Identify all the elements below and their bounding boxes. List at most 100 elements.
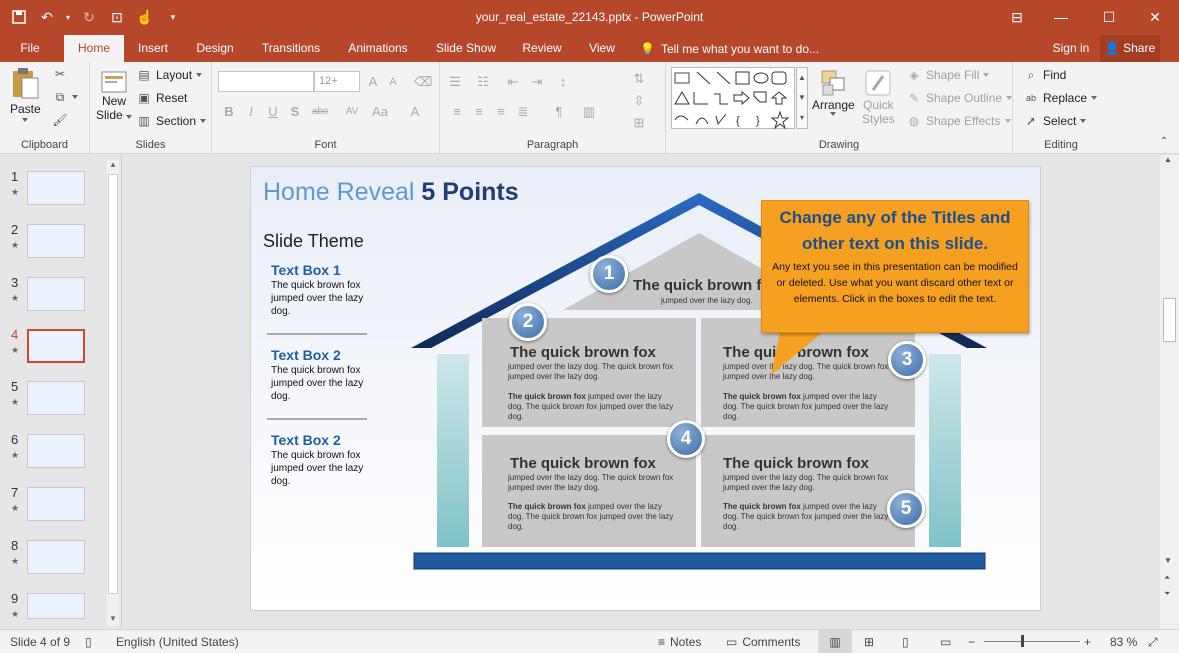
- select-button[interactable]: ➚ Select: [1023, 113, 1087, 129]
- decrease-indent-icon[interactable]: ⇤: [504, 73, 522, 91]
- tab-animations[interactable]: Animations: [340, 35, 416, 62]
- slide-thumbnail[interactable]: [27, 487, 85, 521]
- shape-outline-button[interactable]: ✎ Shape Outline: [906, 90, 1013, 106]
- bullets-icon[interactable]: ☰: [446, 73, 464, 91]
- slide-thumbnail[interactable]: [27, 593, 85, 619]
- text-direction-icon[interactable]: ⇅: [630, 70, 648, 88]
- slide-thumbnail[interactable]: [27, 381, 85, 415]
- format-painter-icon[interactable]: 🖌: [52, 112, 68, 128]
- tab-home[interactable]: Home: [64, 35, 124, 62]
- close-icon[interactable]: ✕: [1141, 6, 1169, 28]
- cut-icon[interactable]: ✂: [52, 66, 68, 82]
- collapse-ribbon-icon[interactable]: ⌃: [1160, 136, 1168, 147]
- scroll-up-icon[interactable]: ▲: [107, 160, 119, 172]
- reset-button[interactable]: ▣ Reset: [136, 90, 187, 106]
- align-text-icon[interactable]: ⇳: [630, 92, 648, 110]
- thumbnails-scrollbar[interactable]: ▲ ▼: [107, 160, 119, 626]
- zoom-slider-thumb[interactable]: [1021, 635, 1024, 647]
- room-5[interactable]: The quick brown fox jumped over the lazy…: [701, 435, 915, 547]
- shapes-gallery[interactable]: {}: [671, 67, 795, 130]
- new-slide-button[interactable]: New Slide: [96, 68, 133, 122]
- next-slide-icon[interactable]: ⏷: [1164, 589, 1170, 599]
- align-center-icon[interactable]: ≡: [470, 103, 488, 121]
- change-case-icon[interactable]: Aa: [368, 103, 392, 121]
- tab-slide-show[interactable]: Slide Show: [430, 35, 502, 62]
- character-spacing-icon[interactable]: AV: [340, 103, 364, 121]
- tab-review[interactable]: Review: [516, 35, 568, 62]
- callout-box[interactable]: Change any of the Titles and other text …: [761, 200, 1029, 333]
- columns-icon[interactable]: ▥: [580, 103, 598, 121]
- justify-icon[interactable]: ≣: [514, 103, 532, 121]
- scroll-up-icon[interactable]: ▲: [1164, 155, 1172, 164]
- previous-slide-icon[interactable]: ⏶: [1164, 573, 1170, 583]
- share-button[interactable]: 👤 Share: [1100, 35, 1160, 62]
- zoom-out-icon[interactable]: −: [968, 635, 975, 649]
- paste-button[interactable]: Paste: [10, 68, 41, 122]
- strikethrough-icon[interactable]: abc: [308, 103, 332, 121]
- arrange-button[interactable]: Arrange: [812, 68, 855, 116]
- section-button[interactable]: ▥ Section: [136, 113, 207, 129]
- align-right-icon[interactable]: ≡: [492, 103, 510, 121]
- slide-thumbnail[interactable]: [27, 171, 85, 205]
- numbering-icon[interactable]: ☷: [474, 73, 492, 91]
- slide-thumbnail[interactable]: [27, 434, 85, 468]
- slide-sorter-icon[interactable]: ⊞: [864, 635, 874, 649]
- font-size-input[interactable]: 12+: [314, 71, 360, 92]
- decrease-font-size-icon[interactable]: A: [384, 73, 402, 91]
- shape-fill-button[interactable]: ◈ Shape Fill: [906, 67, 990, 83]
- thumbnails-scroll-thumb[interactable]: [108, 174, 118, 594]
- language[interactable]: English (United States): [116, 635, 239, 649]
- slide-scrollbar[interactable]: ▲ ▼ ⏶ ⏷: [1160, 155, 1179, 629]
- spell-check-icon[interactable]: ▯: [85, 635, 92, 649]
- comments-button[interactable]: ▭ Comments: [726, 635, 800, 649]
- number-badge-4[interactable]: 4: [667, 420, 705, 458]
- number-badge-1[interactable]: 1: [590, 255, 628, 293]
- tab-view[interactable]: View: [582, 35, 622, 62]
- sign-in-link[interactable]: Sign in: [1046, 35, 1096, 62]
- normal-view-icon[interactable]: ▥: [818, 630, 852, 653]
- zoom-slider[interactable]: [984, 641, 1080, 642]
- scroll-down-icon[interactable]: ▼: [107, 614, 119, 626]
- slide[interactable]: Home Reveal 5 Points Slide Theme Text Bo…: [250, 166, 1041, 611]
- find-button[interactable]: ⌕ Find: [1023, 67, 1067, 83]
- increase-font-size-icon[interactable]: A: [364, 73, 382, 91]
- layout-button[interactable]: ▤ Layout: [136, 67, 203, 83]
- notes-button[interactable]: ≡ Notes: [658, 635, 701, 649]
- tab-design[interactable]: Design: [190, 35, 240, 62]
- underline-icon[interactable]: U: [264, 103, 282, 121]
- italic-icon[interactable]: I: [242, 103, 260, 121]
- room-4[interactable]: The quick brown fox jumped over the lazy…: [482, 435, 696, 547]
- convert-to-smartart-icon[interactable]: ⊞: [630, 114, 648, 132]
- increase-indent-icon[interactable]: ⇥: [528, 73, 546, 91]
- text-shadow-icon[interactable]: S: [286, 103, 304, 121]
- font-name-input[interactable]: [218, 71, 314, 92]
- bold-icon[interactable]: B: [220, 103, 238, 121]
- tab-transitions[interactable]: Transitions: [254, 35, 328, 62]
- slide-info[interactable]: Slide 4 of 9: [10, 635, 70, 649]
- font-color-icon[interactable]: A: [406, 103, 424, 121]
- tab-file[interactable]: File: [10, 35, 50, 62]
- shape-effects-button[interactable]: ◍ Shape Effects: [906, 113, 1011, 129]
- slide-scroll-thumb[interactable]: [1163, 298, 1176, 342]
- align-left-icon[interactable]: ≡: [448, 103, 466, 121]
- number-badge-2[interactable]: 2: [509, 303, 547, 341]
- reading-view-icon[interactable]: ▯: [902, 635, 909, 649]
- number-badge-5[interactable]: 5: [887, 490, 925, 528]
- ribbon-display-options-icon[interactable]: ⊟: [1003, 6, 1031, 28]
- scroll-down-icon[interactable]: ▼: [1164, 556, 1172, 565]
- slide-thumbnail[interactable]: [27, 329, 85, 363]
- tell-me-box[interactable]: 💡 Tell me what you want to do...: [640, 35, 830, 62]
- slide-thumbnail[interactable]: [27, 540, 85, 574]
- clear-formatting-icon[interactable]: ⌫: [414, 73, 432, 91]
- rtl-icon[interactable]: ¶: [550, 103, 568, 121]
- copy-icon[interactable]: ⧉: [52, 89, 78, 105]
- zoom-level[interactable]: 83 %: [1110, 635, 1137, 649]
- replace-button[interactable]: ab Replace: [1023, 90, 1098, 106]
- zoom-in-icon[interactable]: +: [1084, 635, 1091, 649]
- slide-thumbnail[interactable]: [27, 224, 85, 258]
- fit-to-window-icon[interactable]: ⤢: [1148, 635, 1158, 650]
- slide-show-icon[interactable]: ▭: [940, 635, 951, 649]
- slide-thumbnail[interactable]: [27, 277, 85, 311]
- minimize-icon[interactable]: —: [1047, 6, 1075, 28]
- quick-styles-button[interactable]: Quick Styles: [862, 68, 895, 126]
